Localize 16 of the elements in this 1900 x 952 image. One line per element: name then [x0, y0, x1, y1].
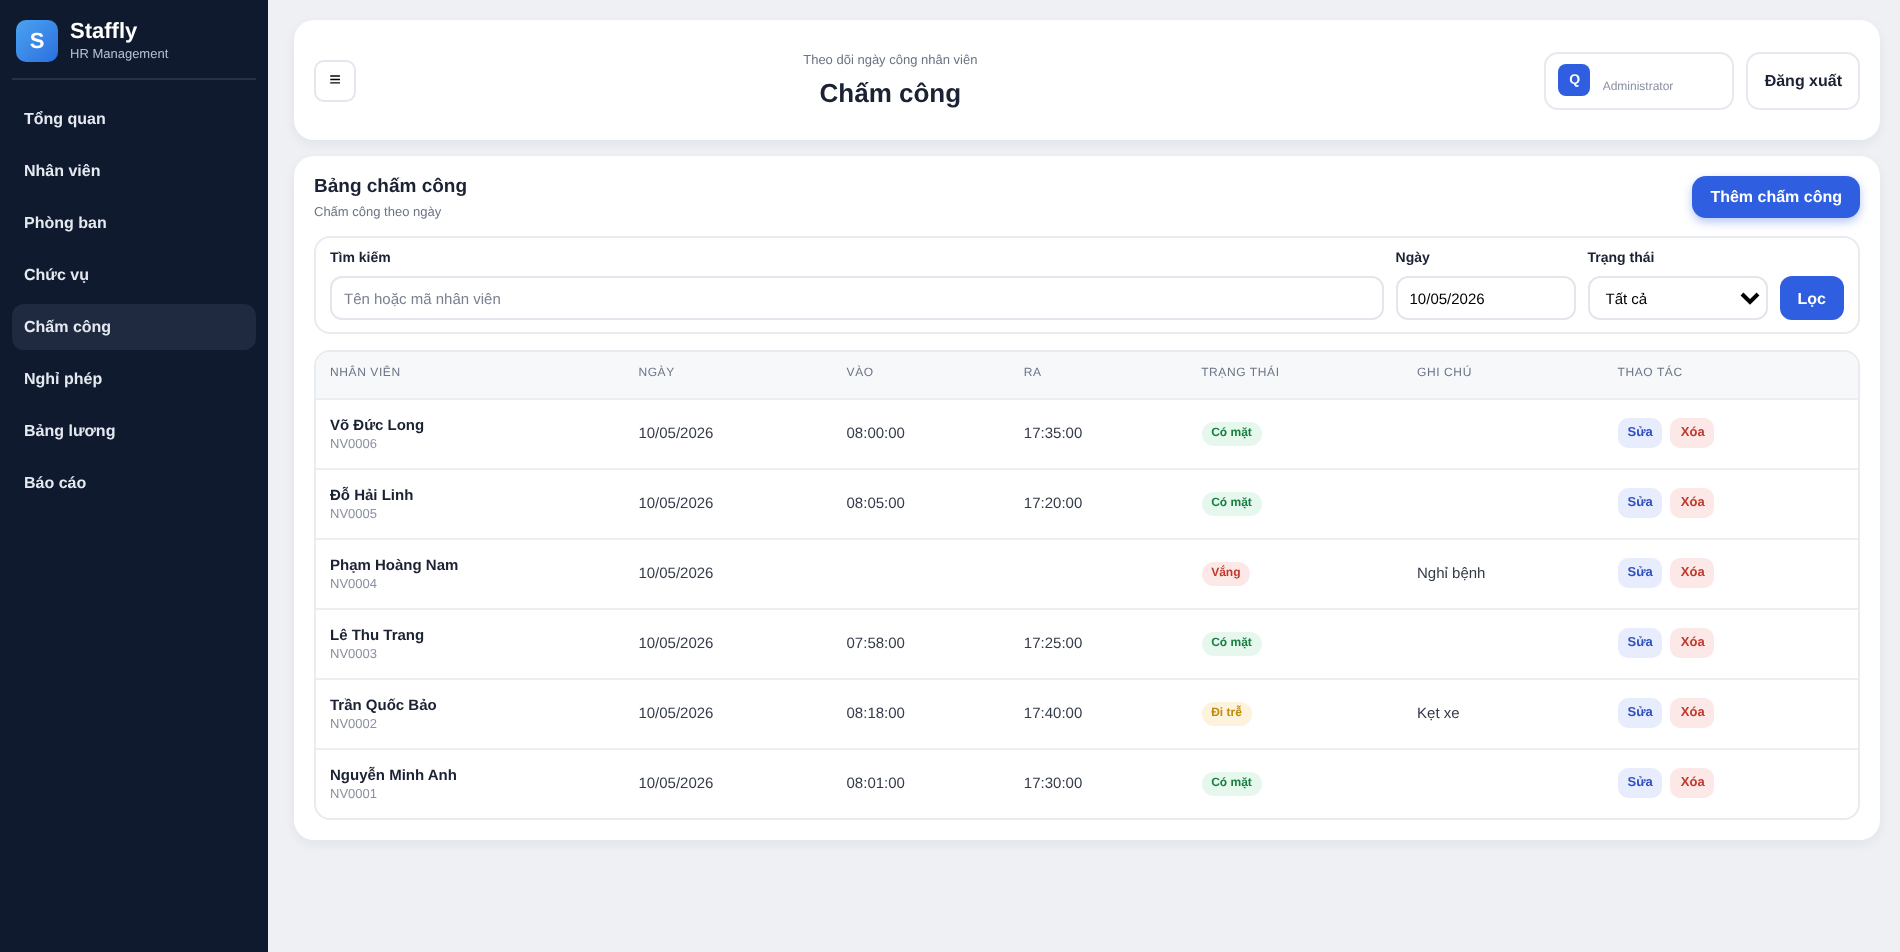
nav-item[interactable]: Tổng quan [12, 96, 256, 142]
panel-title: Bảng chấm công [314, 176, 468, 198]
nav-item[interactable]: Nghỉ phép [12, 356, 256, 402]
page-title: Chấm công [819, 77, 962, 107]
menu-button[interactable]: ≡ [314, 59, 356, 101]
nav-item[interactable]: Chức vụ [12, 252, 256, 298]
brand-logo: S [16, 20, 58, 62]
nav-item[interactable]: Bảng lương [12, 408, 256, 454]
nav-item[interactable]: Nhân viên [12, 148, 256, 194]
nav-item[interactable]: Phòng ban [12, 200, 256, 246]
brand-name: Staffly [70, 20, 140, 44]
nav-item[interactable]: Báo cáo [12, 460, 256, 506]
add-attendance-button[interactable]: Thêm chấm công [1692, 176, 1860, 218]
logout-button[interactable]: Đăng xuất [1746, 51, 1860, 109]
filter-button[interactable]: Lọc [1779, 276, 1844, 320]
nav-item[interactable]: Chấm công [12, 304, 256, 350]
